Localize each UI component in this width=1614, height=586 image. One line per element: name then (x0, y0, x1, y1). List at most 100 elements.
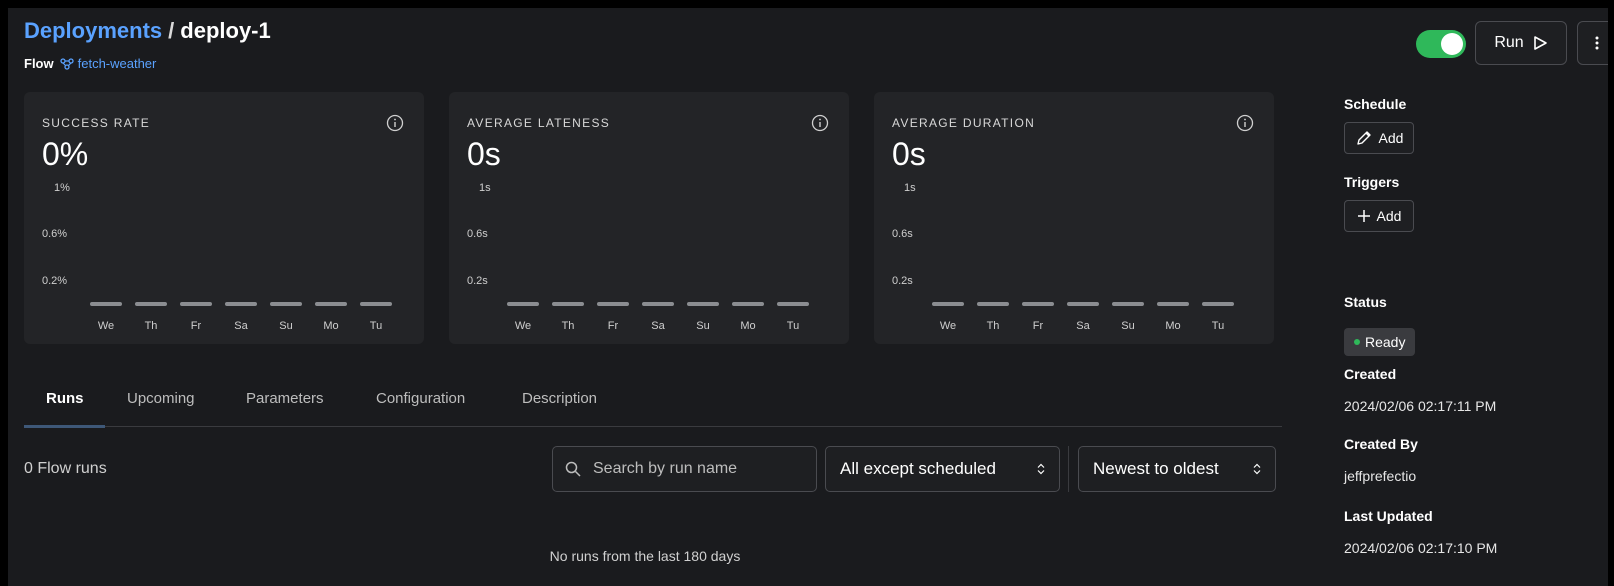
breadcrumb: Deployments / deploy-1 (24, 18, 271, 44)
x-axis-day-label: Fr (1032, 320, 1044, 332)
metric-bar (1202, 302, 1234, 306)
chevron-up-down-icon (1037, 463, 1045, 475)
metric-bar (507, 302, 539, 306)
tab-description[interactable]: Description (522, 390, 597, 407)
run-search-box[interactable] (552, 446, 817, 492)
x-axis-day-label: Su (279, 320, 293, 332)
breadcrumb-current: deploy-1 (180, 18, 271, 43)
flow-info: Flow fetch-weather (24, 56, 156, 71)
metric-bar (270, 302, 302, 306)
status-heading: Status (1344, 294, 1387, 310)
pencil-icon (1356, 131, 1371, 145)
y-axis-tick: 0.2% (42, 275, 68, 287)
metric-bar (552, 302, 584, 306)
add-schedule-button[interactable]: Add (1344, 122, 1414, 154)
average-duration-card: AVERAGE DURATION 0s 1s 0.6s 0.2s We Th Fr Sa Su Mo… (874, 92, 1274, 344)
x-axis-day-label: We (939, 320, 957, 332)
deployment-active-toggle[interactable] (1416, 30, 1466, 58)
x-axis-day-label: Fr (190, 320, 202, 332)
y-axis-tick: 0.2s (892, 275, 913, 287)
x-axis-day-label: Mo (1165, 320, 1181, 332)
metric-bar (777, 302, 809, 306)
search-icon (565, 461, 581, 477)
state-filter-value: All except scheduled (840, 459, 996, 478)
x-axis-day-label: Th (986, 320, 1000, 332)
metric-value: 0s (892, 136, 926, 172)
x-axis-day-label: Sa (234, 320, 248, 332)
info-icon[interactable] (1236, 114, 1254, 132)
metric-bar (1112, 302, 1144, 306)
y-axis-tick: 1s (479, 182, 491, 194)
vertical-ellipsis-icon (1595, 36, 1599, 50)
toolbar-divider (1068, 446, 1069, 492)
y-axis-tick: 0.6% (42, 228, 68, 240)
search-input[interactable] (591, 459, 805, 479)
metric-title: SUCCESS RATE (42, 116, 151, 130)
success-rate-card: SUCCESS RATE 0% 1% 0.6% 0.2% We Th Fr Sa Su Mo Tu (24, 92, 424, 344)
created-by-value: jeffprefectio (1344, 468, 1417, 484)
flow-icon (59, 57, 74, 70)
last-updated-value: 2024/02/06 02:17:10 PM (1344, 540, 1498, 556)
deployment-page: Deployments / deploy-1 Flow fetch-weather … (8, 8, 1608, 586)
x-axis-day-label: Th (144, 320, 158, 332)
average-lateness-card: AVERAGE LATENESS 0s 1s 0.6s 0.2s We Th Fr Sa Su Mo… (449, 92, 849, 344)
add-schedule-label: Add (1378, 130, 1404, 146)
metric-bar (932, 302, 964, 306)
x-axis-day-label: Mo (740, 320, 756, 332)
x-axis-day-label: Tu (1211, 320, 1225, 332)
x-axis-day-label: Su (1121, 320, 1135, 332)
sort-value: Newest to oldest (1093, 459, 1219, 478)
metric-bar (1067, 302, 1099, 306)
metric-bar (90, 302, 122, 306)
metric-bar (642, 302, 674, 306)
tab-runs[interactable]: Runs (46, 390, 84, 407)
tab-configuration[interactable]: Configuration (376, 390, 465, 407)
breadcrumb-deployments-link[interactable]: Deployments (24, 18, 162, 43)
y-axis-tick: 1% (54, 182, 70, 194)
x-axis-day-label: Th (561, 320, 575, 332)
deployment-tabs: Runs Upcoming Parameters Configuration D… (24, 370, 1282, 428)
active-tab-indicator (24, 425, 105, 428)
x-axis-day-label: Fr (607, 320, 619, 332)
state-filter-select[interactable]: All except scheduled (825, 446, 1060, 492)
metric-bar (360, 302, 392, 306)
run-button[interactable]: Run (1475, 21, 1567, 65)
info-icon[interactable] (386, 114, 404, 132)
metric-bar (1022, 302, 1054, 306)
status-badge: Ready (1344, 328, 1416, 356)
flow-name: fetch-weather (77, 56, 157, 71)
flow-label: Flow (24, 56, 54, 71)
metric-value: 0% (42, 136, 89, 172)
x-axis-day-label: Tu (369, 320, 383, 332)
add-trigger-button[interactable]: Add (1344, 200, 1414, 232)
metric-bar (1157, 302, 1189, 306)
x-axis-day-label: Sa (1076, 320, 1090, 332)
x-axis-day-label: We (514, 320, 532, 332)
flow-link[interactable]: fetch-weather (59, 56, 157, 71)
more-options-button[interactable] (1577, 21, 1608, 65)
y-axis-tick: 1s (904, 182, 916, 194)
tab-parameters[interactable]: Parameters (246, 390, 324, 407)
add-trigger-label: Add (1376, 208, 1402, 224)
tab-upcoming[interactable]: Upcoming (127, 390, 195, 407)
metric-bar (135, 302, 167, 306)
info-icon[interactable] (811, 114, 829, 132)
x-axis-day-label: We (97, 320, 115, 332)
x-axis-day-label: Su (696, 320, 710, 332)
metric-title: AVERAGE DURATION (892, 116, 1036, 130)
metric-bar (977, 302, 1009, 306)
metric-bar (180, 302, 212, 306)
sort-select[interactable]: Newest to oldest (1078, 446, 1276, 492)
status-value: Ready (1365, 334, 1406, 350)
created-value: 2024/02/06 02:17:11 PM (1344, 398, 1497, 414)
x-axis-day-label: Mo (323, 320, 339, 332)
x-axis-day-label: Tu (786, 320, 800, 332)
metric-value: 0s (467, 136, 501, 172)
play-icon (1533, 36, 1547, 50)
created-by-heading: Created By (1344, 436, 1418, 452)
metric-bar (225, 302, 257, 306)
x-axis-day-label: Sa (651, 320, 665, 332)
empty-runs-message: No runs from the last 180 days (549, 548, 741, 564)
flow-runs-count: 0 Flow runs (24, 460, 107, 477)
metric-bar (597, 302, 629, 306)
